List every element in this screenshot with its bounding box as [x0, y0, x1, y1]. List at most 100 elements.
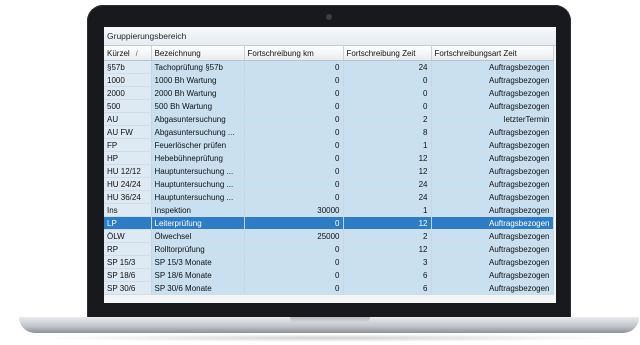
- cell-fortschreibung-zeit[interactable]: 2: [343, 112, 432, 126]
- cell-fortschreibungsart-zeit[interactable]: Auftragsbezogen: [431, 125, 554, 139]
- cell-fortschreibung-km[interactable]: 25000: [244, 229, 344, 243]
- cell-kuerzel[interactable]: 2000: [104, 86, 152, 100]
- cell-kuerzel[interactable]: LP: [104, 216, 152, 230]
- cell-fortschreibung-km[interactable]: 0: [244, 112, 344, 126]
- cell-bezeichnung[interactable]: SP 15/3 Monate: [151, 255, 245, 269]
- cell-fortschreibungsart-zeit[interactable]: Auftragsbezogen: [431, 164, 554, 178]
- cell-fortschreibung-km[interactable]: 0: [244, 281, 344, 295]
- cell-fortschreibung-km[interactable]: 0: [244, 60, 344, 74]
- cell-kuerzel[interactable]: SP 30/6: [104, 281, 152, 295]
- cell-kuerzel[interactable]: Ins: [104, 203, 152, 217]
- cell-fortschreibung-zeit[interactable]: 24: [343, 190, 432, 204]
- cell-bezeichnung[interactable]: 2000 Bh Wartung: [151, 86, 245, 100]
- table-row[interactable]: §57b Tachoprüfung §57b 0 24 Auftragsbezogen: [104, 60, 554, 74]
- cell-fortschreibung-zeit[interactable]: 1: [343, 203, 432, 217]
- cell-kuerzel[interactable]: HU 24/24: [104, 177, 152, 191]
- cell-fortschreibungsart-zeit[interactable]: Auftragsbezogen: [431, 255, 554, 269]
- cell-bezeichnung[interactable]: Feuerlöscher prüfen: [151, 138, 245, 152]
- cell-fortschreibung-km[interactable]: 0: [244, 125, 344, 139]
- table-row[interactable]: 500 500 Bh Wartung 0 0 Auftragsbezogen: [104, 99, 554, 113]
- cell-bezeichnung[interactable]: Abgasuntersuchung: [151, 112, 245, 126]
- table-row[interactable]: RP Rolltorprüfung 0 12 Auftragsbezogen: [104, 242, 554, 256]
- cell-kuerzel[interactable]: AU FW: [104, 125, 152, 139]
- cell-fortschreibungsart-zeit[interactable]: Auftragsbezogen: [431, 268, 554, 282]
- cell-fortschreibung-zeit[interactable]: 0: [343, 86, 432, 100]
- cell-bezeichnung[interactable]: Hebebühneprüfung: [151, 151, 245, 165]
- cell-kuerzel[interactable]: HU 12/12: [104, 164, 152, 178]
- cell-fortschreibung-zeit[interactable]: 8: [343, 125, 432, 139]
- column-header-fortschreibungsart-zeit[interactable]: Fortschreibungsart Zeit: [431, 46, 554, 61]
- cell-kuerzel[interactable]: AU: [104, 112, 152, 126]
- cell-bezeichnung[interactable]: Abgasuntersuchung ...: [151, 125, 245, 139]
- column-header-kuerzel[interactable]: Kürzel /: [104, 46, 152, 61]
- cell-fortschreibung-zeit[interactable]: 24: [343, 60, 432, 74]
- cell-fortschreibungsart-zeit[interactable]: Auftragsbezogen: [431, 229, 554, 243]
- table-row[interactable]: FP Feuerlöscher prüfen 0 1 Auftragsbezogen: [104, 138, 554, 152]
- table-row[interactable]: HU 24/24 Hauptuntersuchung ... 0 24 Auftrags…: [104, 177, 554, 191]
- cell-fortschreibung-km[interactable]: 30000: [244, 203, 344, 217]
- cell-fortschreibung-zeit[interactable]: 1: [343, 138, 432, 152]
- cell-bezeichnung[interactable]: Ölwechsel: [151, 229, 245, 243]
- cell-fortschreibungsart-zeit[interactable]: Auftragsbezogen: [431, 242, 554, 256]
- cell-fortschreibung-km[interactable]: 0: [244, 177, 344, 191]
- cell-fortschreibung-km[interactable]: 0: [244, 73, 344, 87]
- cell-kuerzel[interactable]: FP: [104, 138, 152, 152]
- cell-bezeichnung[interactable]: Leiterprüfung: [151, 216, 245, 230]
- cell-fortschreibung-zeit[interactable]: 12: [343, 151, 432, 165]
- cell-bezeichnung[interactable]: Hauptuntersuchung ...: [151, 177, 245, 191]
- cell-fortschreibung-zeit[interactable]: 3: [343, 255, 432, 269]
- cell-fortschreibungsart-zeit[interactable]: Auftragsbezogen: [431, 190, 554, 204]
- table-row[interactable]: HU 12/12 Hauptuntersuchung ... 0 12 Auftrags…: [104, 164, 554, 178]
- cell-bezeichnung[interactable]: 1000 Bh Wartung: [151, 73, 245, 87]
- table-row[interactable]: SP 30/6 SP 30/6 Monate 0 6 Auftragsbezogen: [104, 281, 554, 295]
- cell-fortschreibungsart-zeit[interactable]: Auftragsbezogen: [431, 281, 554, 295]
- column-header-bezeichnung[interactable]: Bezeichnung: [151, 46, 245, 61]
- cell-fortschreibung-zeit[interactable]: 6: [343, 281, 432, 295]
- cell-fortschreibung-zeit[interactable]: 2: [343, 229, 432, 243]
- cell-bezeichnung[interactable]: SP 18/6 Monate: [151, 268, 245, 282]
- table-row[interactable]: SP 18/6 SP 18/6 Monate 0 6 Auftragsbezogen: [104, 268, 554, 282]
- cell-kuerzel[interactable]: HP: [104, 151, 152, 165]
- cell-bezeichnung[interactable]: SP 30/6 Monate: [151, 281, 245, 295]
- cell-fortschreibung-zeit[interactable]: 0: [343, 99, 432, 113]
- cell-fortschreibung-km[interactable]: 0: [244, 99, 344, 113]
- cell-bezeichnung[interactable]: 500 Bh Wartung: [151, 99, 245, 113]
- cell-fortschreibungsart-zeit[interactable]: Auftragsbezogen: [431, 203, 554, 217]
- table-row[interactable]: Ins Inspektion 30000 1 Auftragsbezogen: [104, 203, 554, 217]
- cell-kuerzel[interactable]: ÖLW: [104, 229, 152, 243]
- cell-kuerzel[interactable]: SP 18/6: [104, 268, 152, 282]
- cell-fortschreibung-km[interactable]: 0: [244, 190, 344, 204]
- cell-bezeichnung[interactable]: Inspektion: [151, 203, 245, 217]
- cell-fortschreibung-km[interactable]: 0: [244, 151, 344, 165]
- cell-fortschreibung-zeit[interactable]: 24: [343, 177, 432, 191]
- cell-bezeichnung[interactable]: Tachoprüfung §57b: [151, 60, 245, 74]
- cell-kuerzel[interactable]: SP 15/3: [104, 255, 152, 269]
- cell-fortschreibung-km[interactable]: 0: [244, 86, 344, 100]
- table-row-selected[interactable]: LP Leiterprüfung 0 12 Auftragsbezogen: [104, 216, 554, 230]
- cell-fortschreibung-km[interactable]: 0: [244, 242, 344, 256]
- table-row[interactable]: HU 36/24 Hauptuntersuchung ... 0 24 Auftrags…: [104, 190, 554, 204]
- cell-bezeichnung[interactable]: Hauptuntersuchung ...: [151, 164, 245, 178]
- cell-fortschreibung-zeit[interactable]: 12: [343, 242, 432, 256]
- table-row[interactable]: 2000 2000 Bh Wartung 0 0 Auftragsbezogen: [104, 86, 554, 100]
- cell-kuerzel[interactable]: 1000: [104, 73, 152, 87]
- cell-kuerzel[interactable]: 500: [104, 99, 152, 113]
- cell-kuerzel[interactable]: RP: [104, 242, 152, 256]
- cell-bezeichnung[interactable]: Hauptuntersuchung ...: [151, 190, 245, 204]
- cell-fortschreibung-zeit[interactable]: 12: [343, 164, 432, 178]
- table-row[interactable]: ÖLW Ölwechsel 25000 2 Auftragsbezogen: [104, 229, 554, 243]
- cell-kuerzel[interactable]: §57b: [104, 60, 152, 74]
- cell-fortschreibung-zeit[interactable]: 0: [343, 73, 432, 87]
- cell-fortschreibung-km[interactable]: 0: [244, 268, 344, 282]
- cell-fortschreibung-zeit[interactable]: 6: [343, 268, 432, 282]
- cell-kuerzel[interactable]: HU 36/24: [104, 190, 152, 204]
- cell-bezeichnung[interactable]: Rolltorprüfung: [151, 242, 245, 256]
- cell-fortschreibungsart-zeit[interactable]: Auftragsbezogen: [431, 177, 554, 191]
- cell-fortschreibungsart-zeit[interactable]: Auftragsbezogen: [431, 138, 554, 152]
- column-header-fortschreibung-zeit[interactable]: Fortschreibung Zeit: [343, 46, 432, 61]
- cell-fortschreibungsart-zeit[interactable]: Auftragsbezogen: [431, 151, 554, 165]
- cell-fortschreibung-km[interactable]: 0: [244, 164, 344, 178]
- cell-fortschreibung-km[interactable]: 0: [244, 255, 344, 269]
- cell-fortschreibung-zeit[interactable]: 12: [343, 216, 432, 230]
- table-row[interactable]: AU FW Abgasuntersuchung ... 0 8 Auftragsbezo…: [104, 125, 554, 139]
